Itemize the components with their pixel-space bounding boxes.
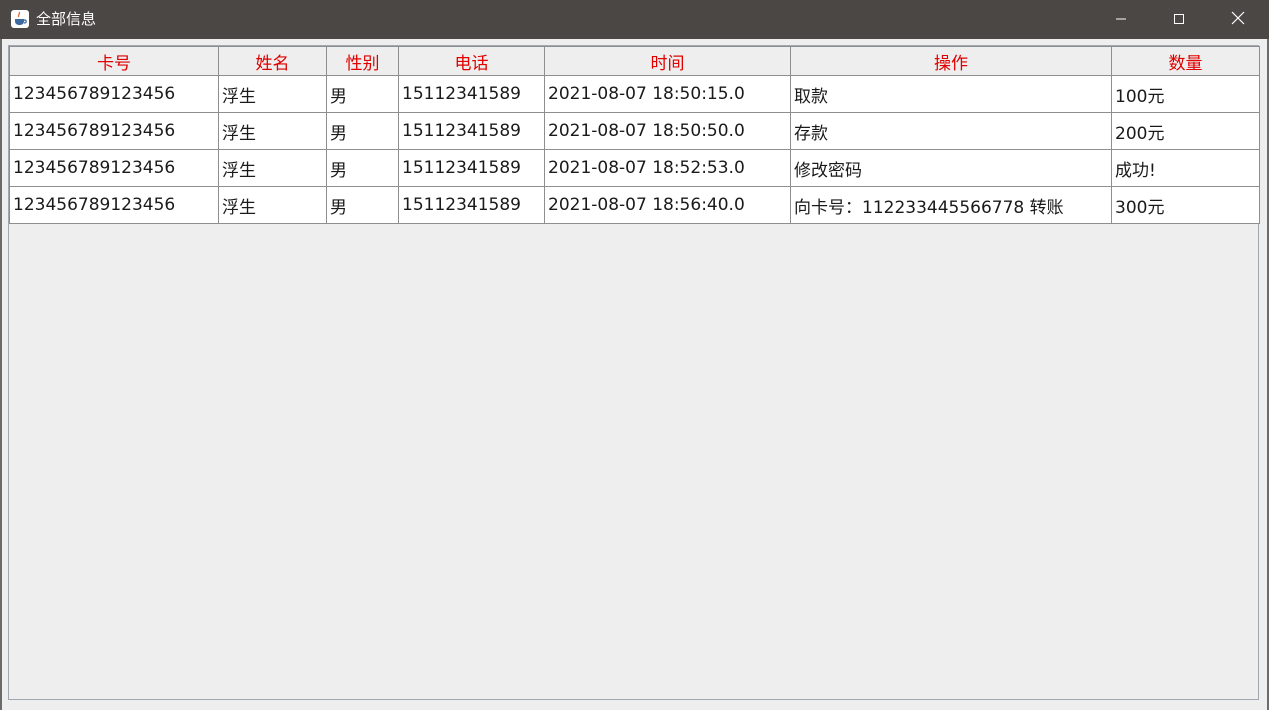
records-table[interactable]: 卡号 姓名 性别 电话 时间 操作 数量 123456789123456 浮生 … [9,46,1260,224]
cell-gender[interactable]: 男 [326,112,399,150]
cell-phone[interactable]: 15112341589 [398,75,545,113]
cell-card-number[interactable]: 123456789123456 [9,75,219,113]
cell-time[interactable]: 2021-08-07 18:50:50.0 [544,112,791,150]
cell-name[interactable]: 浮生 [218,75,327,113]
cell-card-number[interactable]: 123456789123456 [9,186,219,224]
cell-name[interactable]: 浮生 [218,186,327,224]
column-header-time[interactable]: 时间 [544,46,791,76]
cell-name[interactable]: 浮生 [218,149,327,187]
cell-time[interactable]: 2021-08-07 18:52:53.0 [544,149,791,187]
cell-operation[interactable]: 修改密码 [790,149,1112,187]
cell-card-number[interactable]: 123456789123456 [9,149,219,187]
cell-amount[interactable]: 300元 [1111,186,1260,224]
cell-operation[interactable]: 存款 [790,112,1112,150]
close-button[interactable] [1209,0,1267,39]
maximize-icon [1173,10,1185,29]
table-row[interactable]: 123456789123456 浮生 男 15112341589 2021-08… [9,75,1260,113]
column-header-amount[interactable]: 数量 [1111,46,1260,76]
window-frame-left [0,39,2,710]
java-cup-icon [11,10,29,28]
cell-phone[interactable]: 15112341589 [398,149,545,187]
column-header-gender[interactable]: 性别 [326,46,399,76]
column-header-name[interactable]: 姓名 [218,46,327,76]
column-header-phone[interactable]: 电话 [398,46,545,76]
table-row[interactable]: 123456789123456 浮生 男 15112341589 2021-08… [9,149,1260,187]
records-table-panel[interactable]: 卡号 姓名 性别 电话 时间 操作 数量 123456789123456 浮生 … [8,45,1260,700]
cell-name[interactable]: 浮生 [218,112,327,150]
column-header-operation[interactable]: 操作 [790,46,1112,76]
cell-amount[interactable]: 100元 [1111,75,1260,113]
table-row[interactable]: 123456789123456 浮生 男 15112341589 2021-08… [9,112,1260,150]
minimize-button[interactable] [1092,0,1150,39]
cell-gender[interactable]: 男 [326,186,399,224]
cell-time[interactable]: 2021-08-07 18:56:40.0 [544,186,791,224]
cell-phone[interactable]: 15112341589 [398,112,545,150]
cell-operation[interactable]: 向卡号：112233445566778 转账 [790,186,1112,224]
cell-time[interactable]: 2021-08-07 18:50:15.0 [544,75,791,113]
close-icon [1231,10,1245,29]
cell-amount[interactable]: 成功! [1111,149,1260,187]
title-bar: 全部信息 [0,0,1269,39]
cell-phone[interactable]: 15112341589 [398,186,545,224]
maximize-button[interactable] [1150,0,1208,39]
cell-gender[interactable]: 男 [326,75,399,113]
cell-amount[interactable]: 200元 [1111,112,1260,150]
window-title: 全部信息 [36,10,97,28]
cell-operation[interactable]: 取款 [790,75,1112,113]
cell-card-number[interactable]: 123456789123456 [9,112,219,150]
cell-gender[interactable]: 男 [326,149,399,187]
column-header-card-number[interactable]: 卡号 [9,46,219,76]
table-row[interactable]: 123456789123456 浮生 男 15112341589 2021-08… [9,186,1260,224]
table-header-row: 卡号 姓名 性别 电话 时间 操作 数量 [9,46,1260,76]
minimize-icon [1115,10,1127,29]
